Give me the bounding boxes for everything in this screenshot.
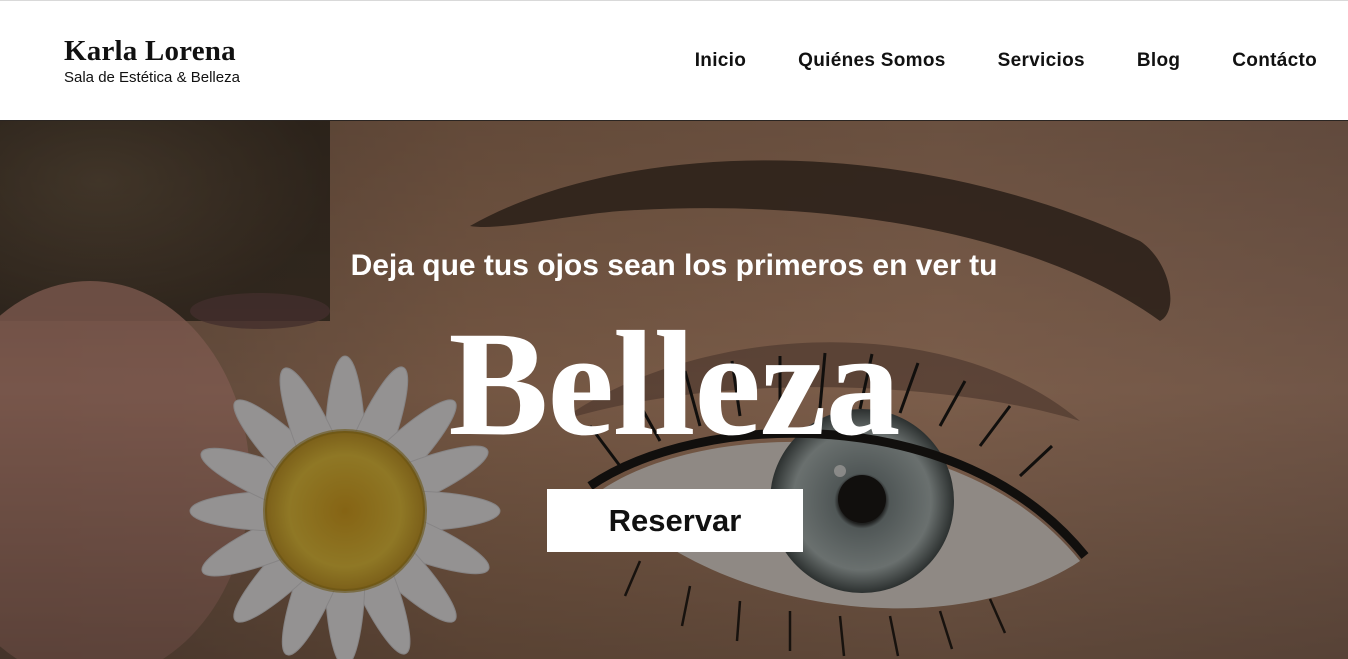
brand-tagline: Sala de Estética & Belleza: [64, 69, 240, 86]
hero-subtitle: Deja que tus ojos sean los primeros en v…: [350, 249, 998, 282]
nav-item-quienes-somos[interactable]: Quiénes Somos: [798, 49, 946, 73]
nav-item-servicios[interactable]: Servicios: [998, 49, 1085, 73]
hero-content: Deja que tus ojos sean los primeros en v…: [0, 121, 1348, 659]
main-nav: Inicio Quiénes Somos Servicios Blog Cont…: [695, 49, 1317, 73]
nav-item-contacto[interactable]: Contácto: [1232, 49, 1317, 73]
hero-banner: Deja que tus ojos sean los primeros en v…: [0, 120, 1348, 659]
site-header: Karla Lorena Sala de Estética & Belleza …: [0, 0, 1348, 120]
brand-logo[interactable]: Karla Lorena Sala de Estética & Belleza: [64, 35, 240, 87]
hero-title: Belleza: [448, 301, 900, 467]
nav-item-blog[interactable]: Blog: [1137, 49, 1180, 73]
reservar-button[interactable]: Reservar: [547, 489, 803, 552]
brand-name: Karla Lorena: [64, 35, 236, 67]
nav-item-inicio[interactable]: Inicio: [695, 49, 746, 73]
